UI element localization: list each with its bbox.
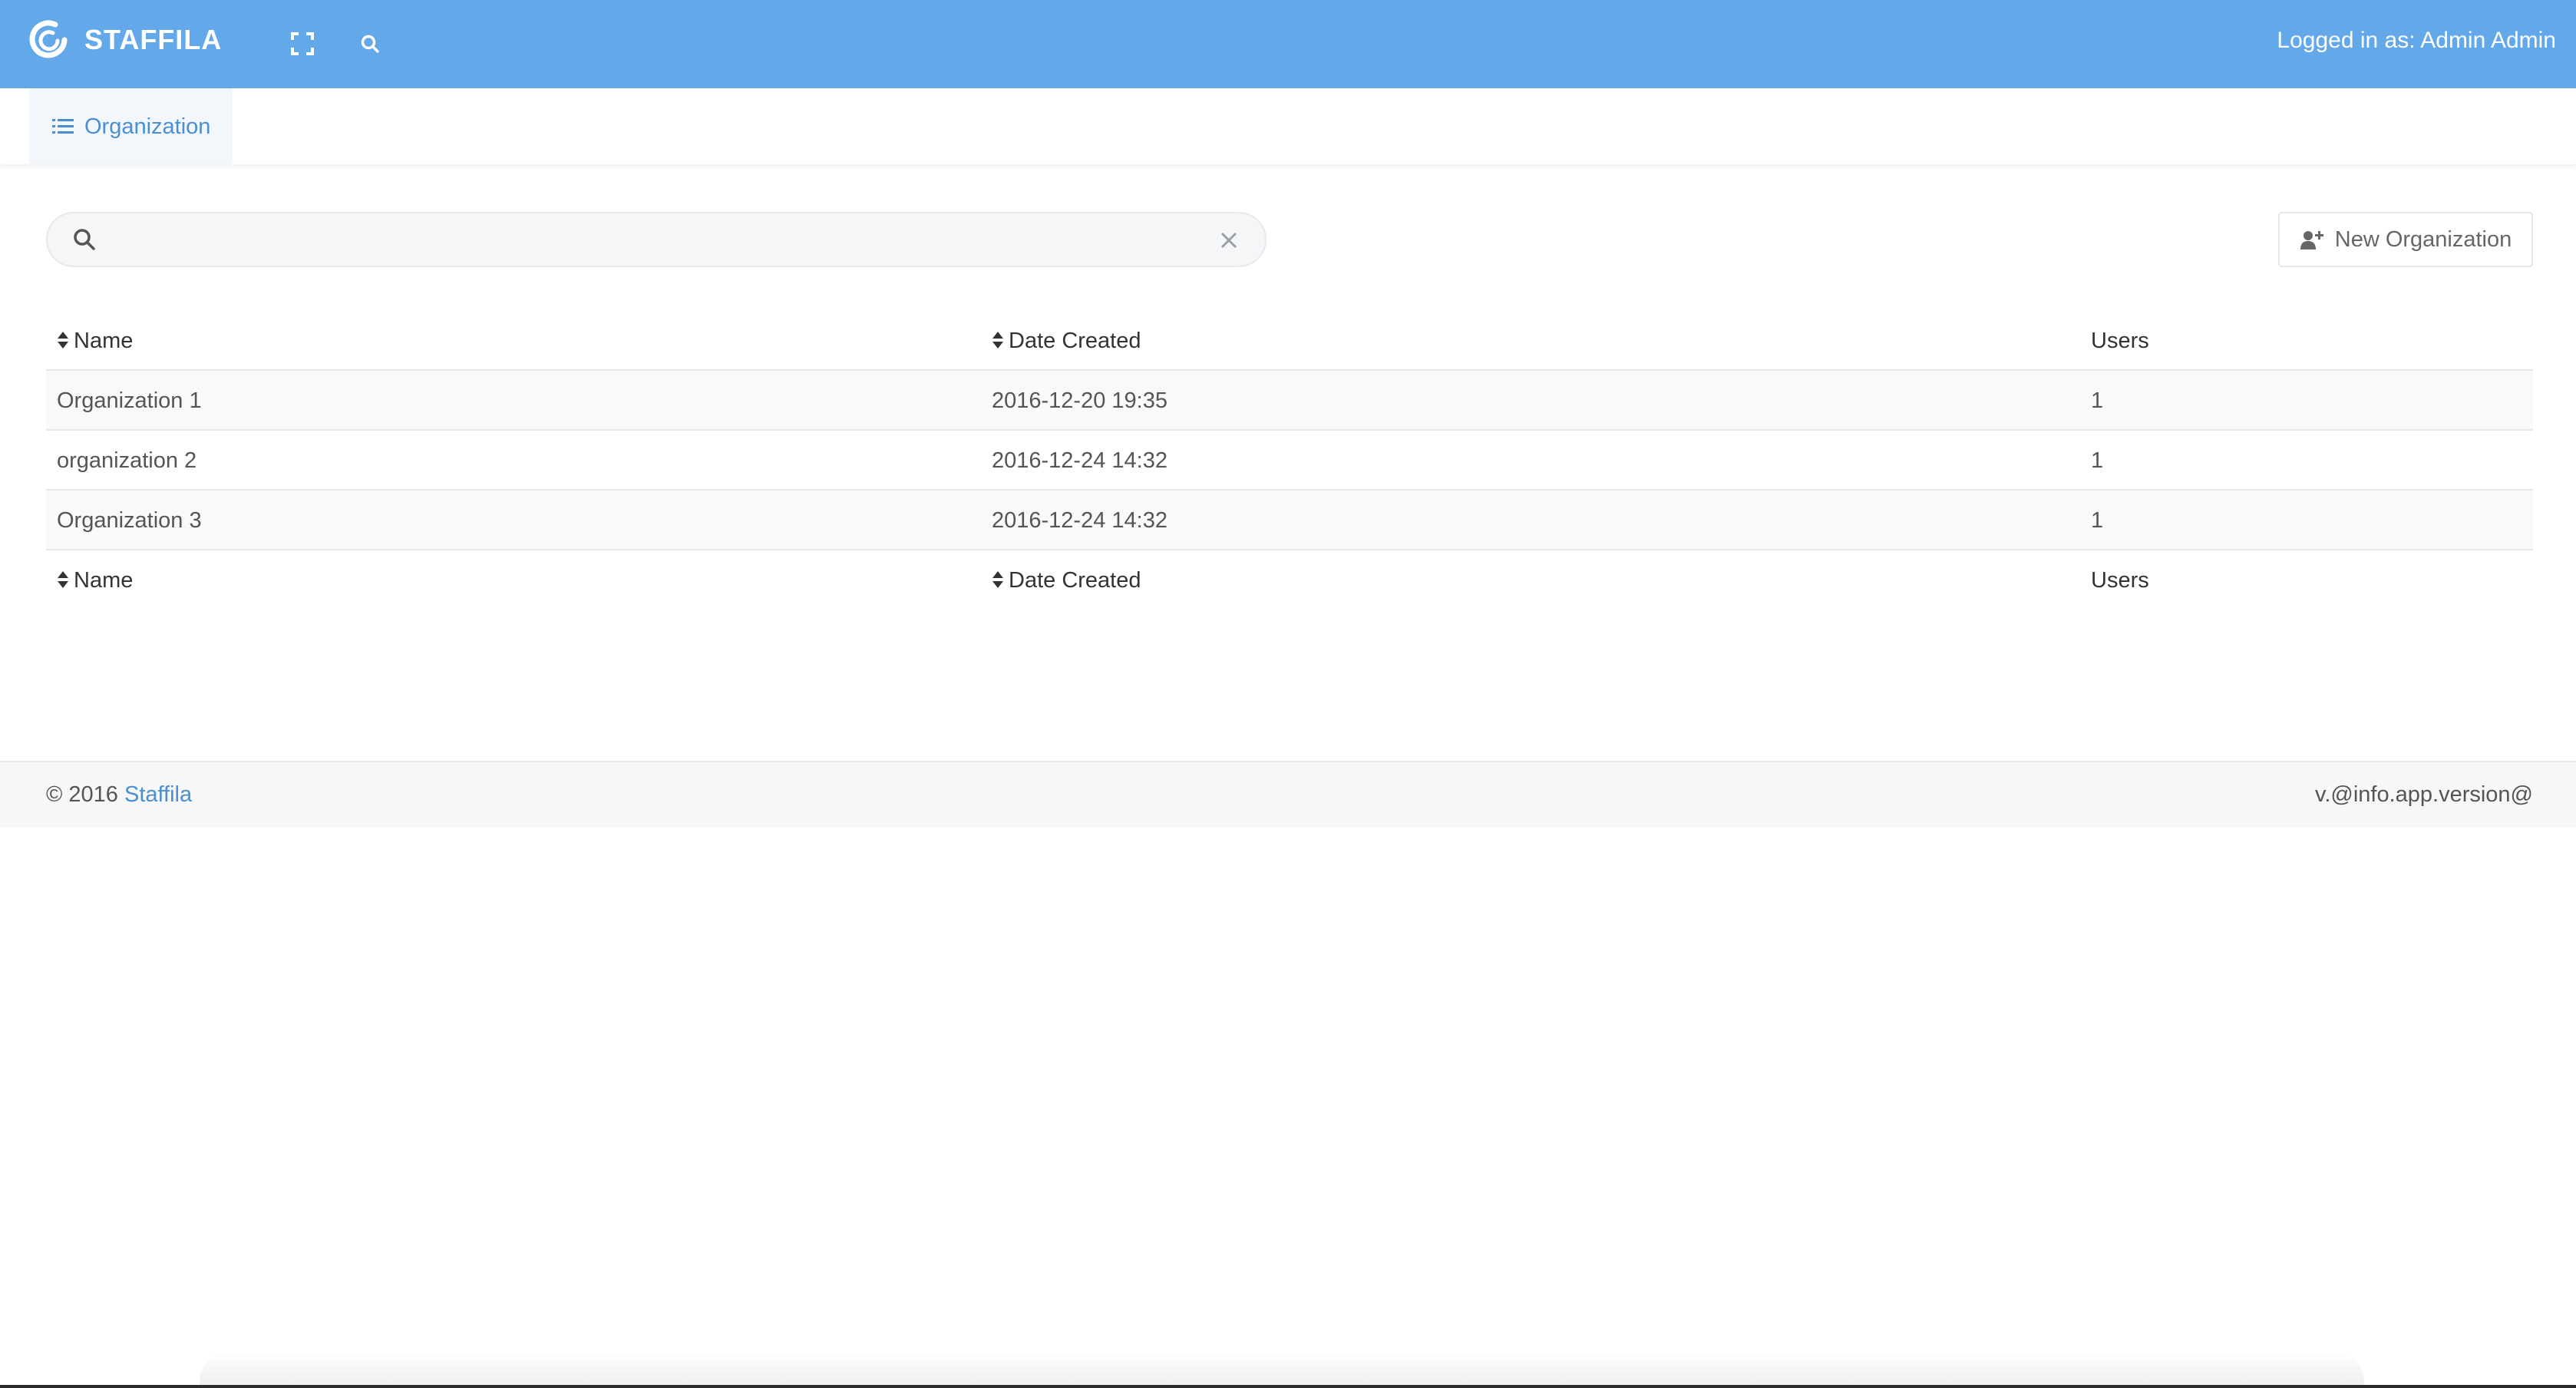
close-icon[interactable] bbox=[1217, 229, 1240, 252]
new-organization-label: New Organization bbox=[2334, 226, 2512, 252]
table-row[interactable]: Organization 1 2016-12-20 19:35 1 bbox=[46, 371, 2533, 431]
cell-name: Organization 3 bbox=[57, 508, 202, 533]
column-header-label: Name bbox=[74, 329, 134, 353]
column-footer-label: Date Created bbox=[1009, 568, 1141, 593]
tab-label: Organization bbox=[84, 114, 211, 139]
column-header-name[interactable]: Name bbox=[57, 311, 133, 371]
column-header-label: Date Created bbox=[1009, 329, 1141, 353]
column-footer-users: Users bbox=[2091, 568, 2149, 593]
column-footer-name[interactable]: Name bbox=[57, 550, 133, 610]
add-user-icon bbox=[2300, 231, 2323, 250]
column-header-users: Users bbox=[2091, 329, 2149, 353]
fullscreen-button[interactable] bbox=[286, 27, 319, 61]
organization-table: Name Date Created Users Organization 1 2… bbox=[46, 311, 2533, 610]
copyright-text: © 2016 bbox=[46, 782, 124, 807]
table-row[interactable]: Organization 3 2016-12-24 14:32 1 bbox=[46, 491, 2533, 550]
cell-name: Organization 1 bbox=[57, 388, 202, 413]
cell-users: 1 bbox=[2091, 508, 2104, 533]
sort-icon bbox=[992, 571, 1003, 589]
header-search-button[interactable] bbox=[353, 27, 387, 61]
staffila-link[interactable]: Staffila bbox=[124, 782, 192, 807]
list-icon bbox=[52, 119, 74, 134]
tab-bar: Organization bbox=[0, 88, 2576, 165]
fullscreen-icon bbox=[291, 32, 314, 55]
new-organization-button[interactable]: New Organization bbox=[2278, 212, 2533, 267]
cell-date-created: 2016-12-20 19:35 bbox=[992, 388, 1167, 413]
sort-icon bbox=[58, 332, 68, 349]
sort-icon bbox=[58, 571, 68, 589]
app-name: STAFFILA bbox=[84, 24, 223, 55]
table-header-row: Name Date Created Users bbox=[46, 311, 2533, 371]
table-footer-row: Name Date Created Users bbox=[46, 550, 2533, 610]
logged-in-user[interactable]: Logged in as: Admin Admin bbox=[2277, 28, 2556, 54]
table-row[interactable]: organization 2 2016-12-24 14:32 1 bbox=[46, 431, 2533, 491]
search-icon bbox=[361, 35, 379, 53]
column-footer-date-created[interactable]: Date Created bbox=[992, 550, 1141, 610]
staffila-logo-icon bbox=[29, 20, 68, 58]
window-bottom-edge bbox=[0, 1385, 2576, 1388]
cell-date-created: 2016-12-24 14:32 bbox=[992, 448, 1167, 473]
search-icon bbox=[74, 229, 95, 250]
column-footer-label: Name bbox=[74, 568, 134, 593]
search-box bbox=[46, 212, 1267, 267]
bottom-shadow bbox=[200, 1351, 2364, 1388]
copyright: © 2016 Staffila bbox=[46, 782, 192, 808]
cell-name: organization 2 bbox=[57, 448, 197, 473]
app-version: v.@info.app.version@ bbox=[2314, 782, 2533, 807]
cell-users: 1 bbox=[2091, 448, 2104, 473]
page-footer: © 2016 Staffila v.@info.app.version@ bbox=[0, 761, 2576, 828]
sort-icon bbox=[992, 332, 1003, 349]
brand-logo[interactable]: STAFFILA bbox=[29, 18, 222, 61]
cell-date-created: 2016-12-24 14:32 bbox=[992, 508, 1167, 533]
tab-organization[interactable]: Organization bbox=[29, 88, 233, 165]
column-header-date-created[interactable]: Date Created bbox=[992, 311, 1141, 371]
top-navbar: STAFFILA Logged in as: Admin Admin bbox=[0, 0, 2576, 88]
search-input[interactable] bbox=[117, 221, 1207, 259]
cell-users: 1 bbox=[2091, 388, 2104, 413]
